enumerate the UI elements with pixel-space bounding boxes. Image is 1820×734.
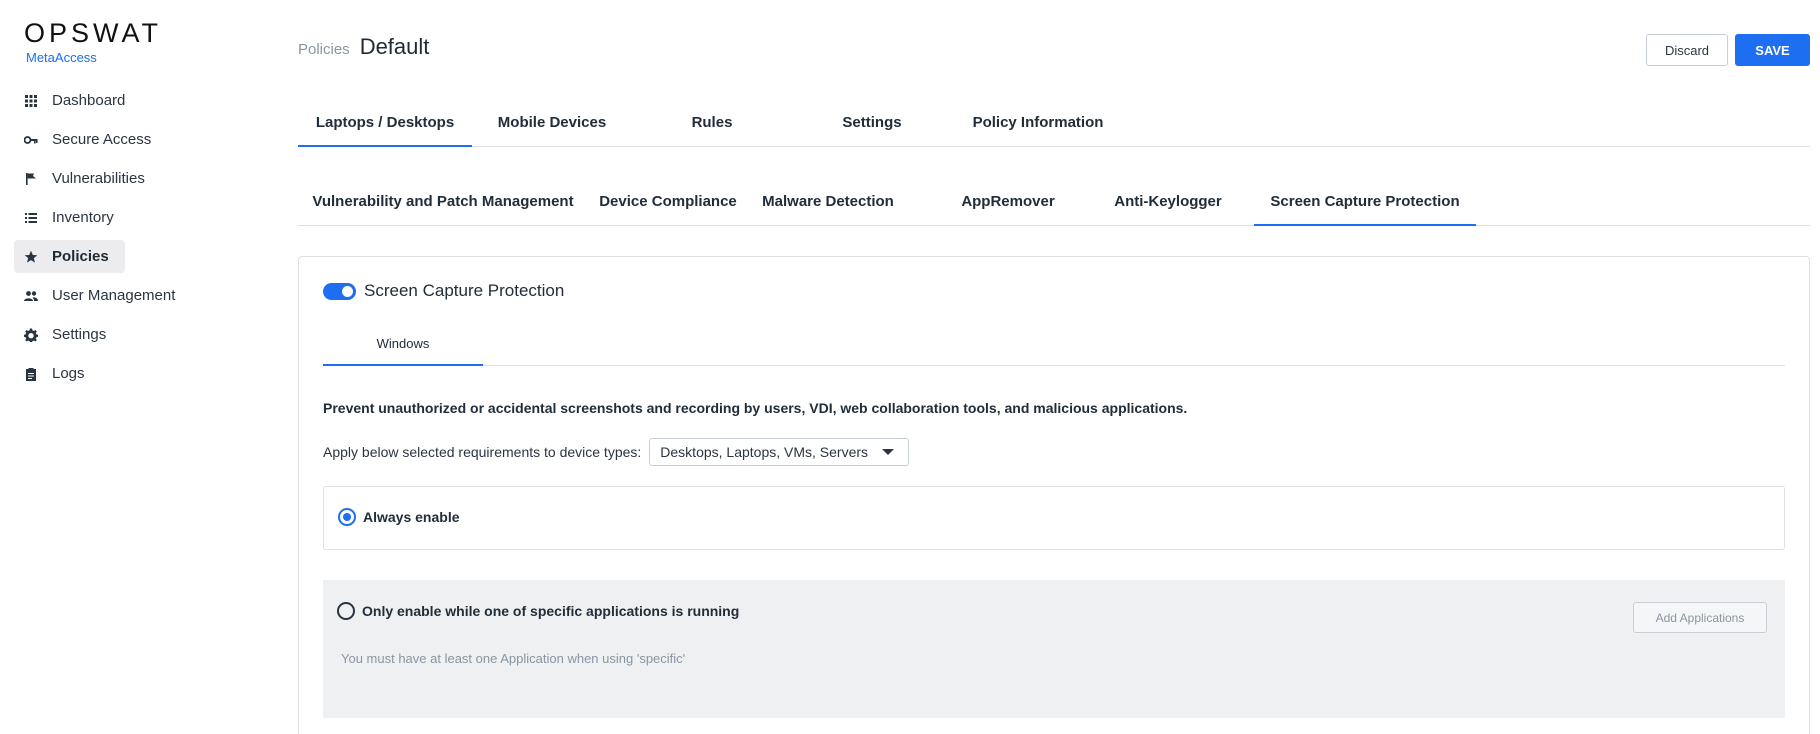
platform-tabs: Laptops / Desktops Mobile Devices Rules … bbox=[298, 104, 1810, 147]
tab-anti-keylogger[interactable]: Anti-Keylogger bbox=[1088, 183, 1248, 226]
tab-malware-detection[interactable]: Malware Detection bbox=[748, 183, 908, 226]
sidebar-item-label: Inventory bbox=[52, 209, 114, 226]
specific-apps-hint: You must have at least one Application w… bbox=[341, 651, 686, 666]
device-types-label: Apply below selected requirements to dev… bbox=[323, 444, 642, 460]
sidebar-nav: Dashboard Secure Access Vulnerabilities … bbox=[14, 84, 284, 396]
os-tabs: Windows bbox=[323, 319, 1785, 366]
add-applications-button[interactable]: Add Applications bbox=[1633, 602, 1767, 633]
sidebar-item-policies[interactable]: Policies bbox=[14, 240, 125, 273]
device-types-select[interactable]: Desktops, Laptops, VMs, Servers bbox=[649, 438, 910, 466]
feature-description: Prevent unauthorized or accidental scree… bbox=[323, 400, 1188, 416]
sidebar-item-dashboard[interactable]: Dashboard bbox=[14, 84, 141, 117]
flag-icon bbox=[24, 172, 38, 186]
device-types-row: Apply below selected requirements to dev… bbox=[323, 438, 910, 466]
screen-capture-toggle[interactable] bbox=[323, 282, 356, 300]
main-content: Policies Default Discard SAVE Laptops / … bbox=[298, 0, 1810, 734]
device-types-value: Desktops, Laptops, VMs, Servers bbox=[660, 444, 869, 460]
sidebar-item-settings[interactable]: Settings bbox=[14, 318, 122, 351]
screen-capture-toggle-label: Screen Capture Protection bbox=[364, 281, 565, 300]
page-title: Default bbox=[359, 34, 430, 59]
tab-vulnerability-patch[interactable]: Vulnerability and Patch Management bbox=[298, 183, 588, 226]
clipboard-icon bbox=[24, 367, 38, 381]
logo[interactable]: OPSWAT MetaAccess bbox=[24, 18, 162, 65]
caret-down-icon bbox=[882, 449, 895, 455]
brand-name: OPSWAT bbox=[24, 18, 162, 48]
specific-apps-radio[interactable] bbox=[337, 602, 355, 620]
tab-laptops-desktops[interactable]: Laptops / Desktops bbox=[298, 104, 472, 147]
specific-apps-radio-row[interactable]: Only enable while one of specific applic… bbox=[337, 602, 739, 620]
sidebar-item-label: Secure Access bbox=[52, 131, 152, 148]
specific-apps-option: Only enable while one of specific applic… bbox=[323, 580, 1785, 718]
sidebar-item-label: Policies bbox=[52, 248, 109, 265]
users-icon bbox=[24, 289, 38, 303]
always-enable-label: Always enable bbox=[363, 509, 460, 525]
tab-device-compliance[interactable]: Device Compliance bbox=[588, 183, 748, 226]
policy-module-tabs: Vulnerability and Patch Management Devic… bbox=[298, 183, 1810, 226]
key-icon bbox=[24, 133, 38, 147]
specific-apps-label: Only enable while one of specific applic… bbox=[362, 603, 740, 619]
toggle-knob bbox=[342, 285, 353, 297]
product-name: MetaAccess bbox=[26, 50, 97, 65]
breadcrumb: Policies Default bbox=[298, 34, 429, 60]
sidebar-item-inventory[interactable]: Inventory bbox=[14, 201, 130, 234]
grid-icon bbox=[24, 94, 38, 108]
tab-policy-information[interactable]: Policy Information bbox=[952, 104, 1124, 147]
tab-mobile-devices[interactable]: Mobile Devices bbox=[472, 104, 632, 147]
screen-capture-toggle-row: Screen Capture Protection bbox=[323, 281, 564, 301]
screen-capture-panel: Screen Capture Protection Windows Preven… bbox=[298, 256, 1810, 734]
save-button[interactable]: SAVE bbox=[1735, 34, 1810, 66]
discard-button[interactable]: Discard bbox=[1646, 34, 1728, 66]
sidebar-item-label: User Management bbox=[52, 287, 176, 304]
star-icon bbox=[24, 250, 38, 264]
tab-rules[interactable]: Rules bbox=[632, 104, 792, 147]
sidebar-item-user-management[interactable]: User Management bbox=[14, 279, 191, 312]
always-enable-radio[interactable] bbox=[338, 508, 356, 526]
always-enable-radio-row[interactable]: Always enable bbox=[338, 508, 460, 526]
always-enable-option: Always enable bbox=[323, 486, 1785, 550]
sidebar-item-logs[interactable]: Logs bbox=[14, 357, 101, 390]
sidebar-item-label: Vulnerabilities bbox=[52, 170, 145, 187]
sidebar-item-label: Logs bbox=[52, 365, 85, 382]
tab-appremover[interactable]: AppRemover bbox=[928, 183, 1088, 226]
tab-settings[interactable]: Settings bbox=[792, 104, 952, 147]
sidebar-item-label: Settings bbox=[52, 326, 107, 343]
list-icon bbox=[24, 211, 38, 225]
sidebar: OPSWAT MetaAccess Dashboard Secure Acces… bbox=[0, 0, 290, 734]
tab-windows[interactable]: Windows bbox=[323, 319, 483, 366]
gear-icon bbox=[24, 328, 38, 342]
tab-screen-capture-protection[interactable]: Screen Capture Protection bbox=[1254, 183, 1476, 226]
sidebar-item-label: Dashboard bbox=[52, 92, 126, 109]
breadcrumb-policies-link[interactable]: Policies bbox=[298, 41, 350, 58]
sidebar-item-vulnerabilities[interactable]: Vulnerabilities bbox=[14, 162, 161, 195]
sidebar-item-secure-access[interactable]: Secure Access bbox=[14, 123, 167, 156]
